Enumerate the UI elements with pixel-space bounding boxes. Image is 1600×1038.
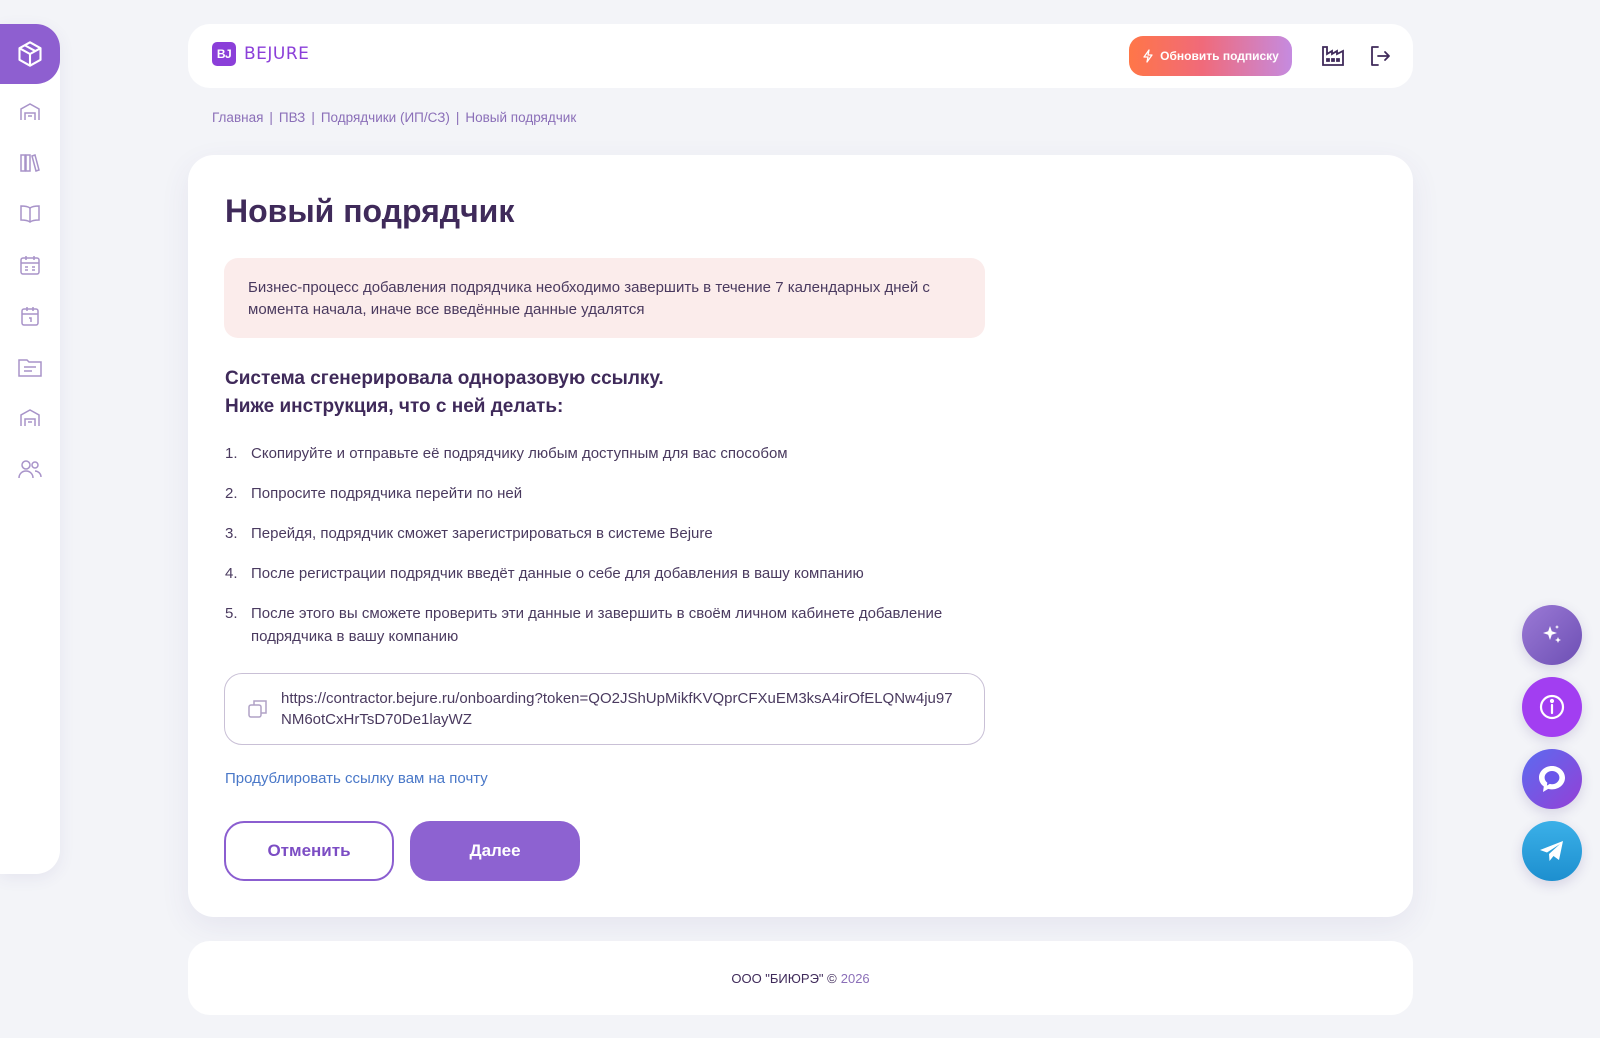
sidebar-item-calendar[interactable] [15,301,45,331]
main-card: Новый подрядчик Бизнес-процесс добавлени… [188,155,1413,917]
step-number: 4. [225,565,238,582]
sidebar-item-library[interactable] [15,148,45,178]
step-text: Попросите подрядчика перейти по ней [251,485,523,502]
breadcrumb-home[interactable]: Главная [212,110,263,125]
telegram-button[interactable] [1522,821,1582,881]
library-icon [20,154,40,172]
chat-support-button[interactable] [1522,749,1582,809]
telegram-icon [1540,841,1563,861]
folder-icon [18,359,42,377]
list-item: 3. Перейдя, подрядчик сможет зарегистриро… [225,522,1005,545]
breadcrumb-pvz[interactable]: ПВЗ [279,110,305,125]
upgrade-subscription-button[interactable]: Обновить подписку [1129,36,1292,76]
duplicate-link-to-email[interactable]: Продублировать ссылку вам на почту [225,770,488,787]
users-icon [18,460,42,479]
footer-company: ООО "БИЮРЭ" © [731,970,837,986]
breadcrumb-separator: | [455,110,460,125]
step-text: Перейдя, подрядчик сможет зарегистрирова… [251,525,713,542]
top-header: BJ BEJURE Обновить подписку [188,24,1413,88]
sidebar-item-book[interactable] [15,199,45,229]
calendar-icon [21,307,39,326]
instructions-heading: Система сгенерировала одноразовую ссылку… [225,365,664,421]
box-icon [18,41,42,67]
breadcrumb-separator: | [311,110,315,125]
breadcrumb-separator: | [269,110,273,125]
step-number: 5. [225,605,238,622]
breadcrumb-current: Новый подрядчик [465,110,577,125]
step-text: После этого вы сможете проверить эти дан… [251,605,943,645]
cancel-button[interactable]: Отменить [224,821,394,881]
sidebar [0,24,60,874]
warehouse-icon [20,103,40,120]
factory-icon [1322,46,1344,66]
lightning-icon [1143,49,1153,63]
company-button[interactable] [1319,42,1347,70]
brand-logo[interactable]: BJ BEJURE [212,42,309,66]
warehouse-icon [20,409,40,426]
list-item: 2. Попросите подрядчика перейти по ней [225,482,1005,505]
chat-icon [1539,766,1565,792]
step-text: Скопируйте и отправьте её подрядчику люб… [251,445,788,462]
list-item: 4. После регистрации подрядчик введёт дан… [225,562,1005,585]
calendar-grid-icon [20,256,40,275]
instructions-heading-line1: Система сгенерировала одноразовую ссылку… [225,368,664,389]
sidebar-item-schedule[interactable] [15,250,45,280]
step-text: После регистрации подрядчик введёт данны… [251,565,864,582]
footer-year: 2026 [840,970,870,986]
brand-mark: BJ [212,42,236,66]
list-item: 5. После этого вы сможете проверить эти д… [225,602,1005,648]
breadcrumb-contractors[interactable]: Подрядчики (ИП/СЗ) [321,110,450,125]
brand-name: BEJURE [244,44,310,64]
sidebar-item-documents[interactable] [15,352,45,382]
onboarding-link-field[interactable]: https://contractor.bejure.ru/onboarding?… [224,673,985,745]
onboarding-link-url[interactable]: https://contractor.bejure.ru/onboarding?… [281,688,961,730]
step-number: 3. [225,525,238,542]
sidebar-item-warehouses[interactable] [15,403,45,433]
instructions-list: 1. Скопируйте и отправьте её подрядчику л… [225,442,1005,665]
info-icon [1539,694,1565,720]
instructions-heading-line2: Ниже инструкция, что с ней делать: [225,396,564,417]
book-icon [20,205,40,223]
page-title: Новый подрядчик [225,193,515,229]
next-button[interactable]: Далее [410,821,580,881]
copy-icon [248,700,267,718]
info-button[interactable] [1522,677,1582,737]
logout-icon [1371,46,1390,66]
logout-button[interactable] [1366,42,1394,70]
step-number: 1. [225,445,238,462]
upgrade-subscription-label: Обновить подписку [1160,49,1279,63]
deadline-alert: Бизнес-процесс добавления подрядчика нео… [224,258,985,338]
sparkles-icon [1543,625,1561,643]
list-item: 1. Скопируйте и отправьте её подрядчику л… [225,442,1005,465]
copy-link-button[interactable] [245,696,271,722]
breadcrumb: Главная | ПВЗ | Подрядчики (ИП/СЗ) | Нов… [212,110,576,125]
footer: ООО "БИЮРЭ" © 2026 [188,941,1413,1015]
step-number: 2. [225,485,238,502]
sidebar-item-users[interactable] [15,454,45,484]
sidebar-item-products[interactable] [0,24,60,84]
sidebar-item-warehouse[interactable] [15,97,45,127]
ai-assistant-button[interactable] [1522,605,1582,665]
